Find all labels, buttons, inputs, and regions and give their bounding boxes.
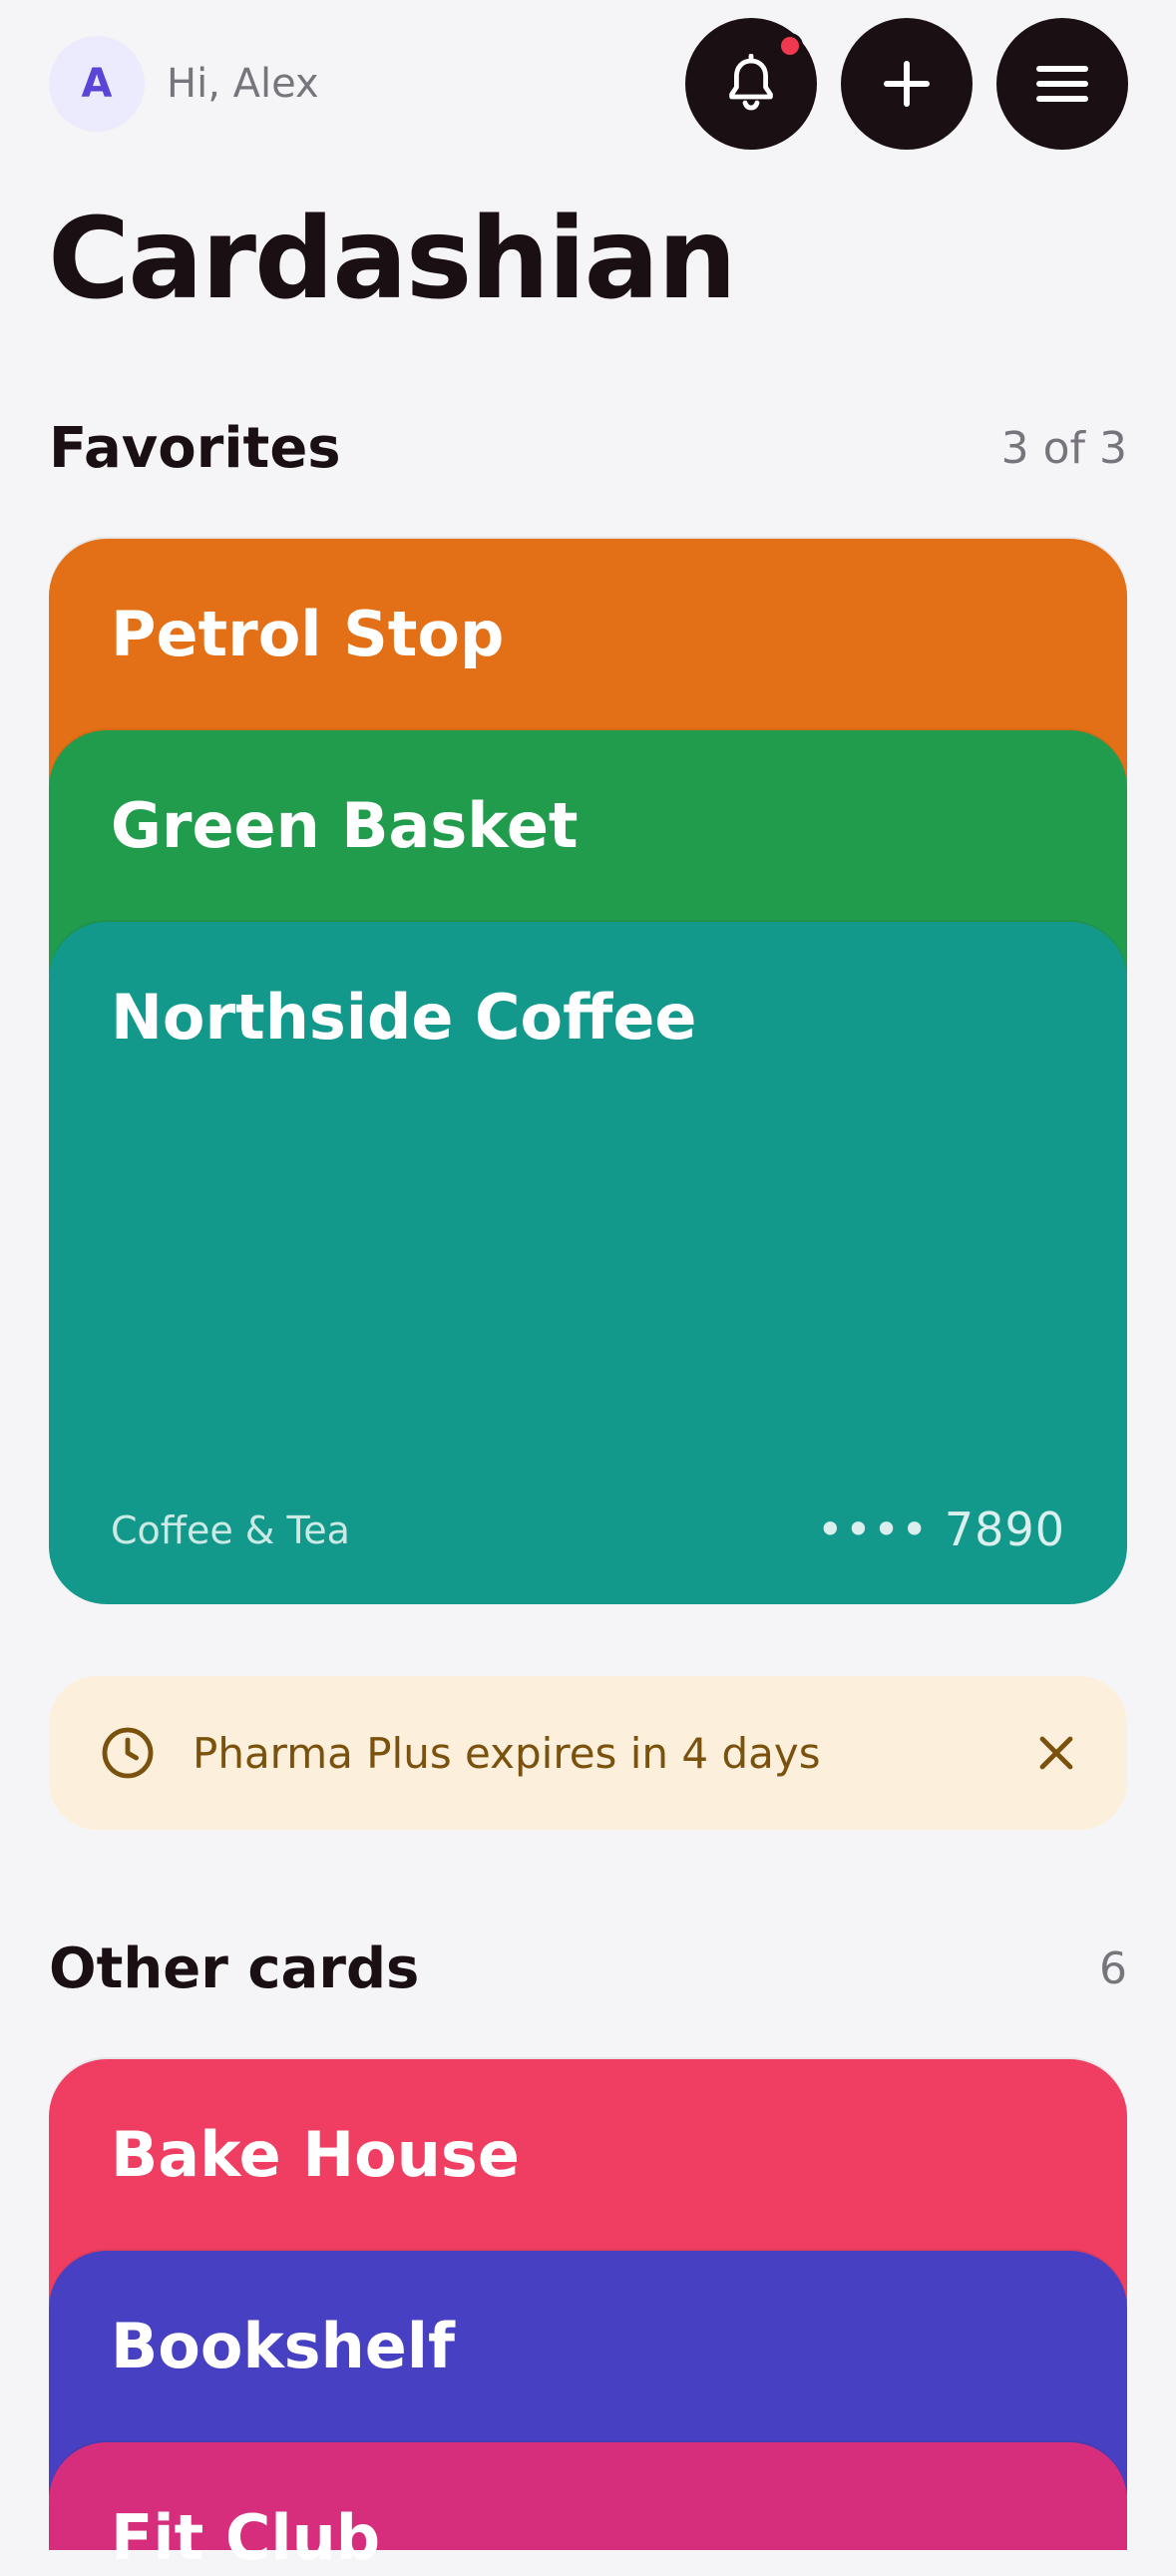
favorites-count: 3 of 3 — [1000, 423, 1127, 474]
alert-message: Pharma Plus expires in 4 days — [193, 1728, 821, 1778]
close-icon — [1039, 1736, 1073, 1770]
card-name: Petrol Stop — [111, 598, 505, 670]
bell-icon — [729, 54, 773, 111]
notification-badge — [777, 33, 803, 59]
favorite-card-northside-coffee[interactable]: Northside Coffee Coffee & Tea •••• 7890 — [49, 922, 1127, 1604]
card-category: Coffee & Tea — [111, 1508, 350, 1552]
card-name: Fit Club — [111, 2501, 381, 2574]
card-fit-club[interactable]: Fit Club — [49, 2442, 1127, 2574]
menu-button[interactable] — [996, 18, 1128, 150]
dismiss-alert-button[interactable] — [1029, 1726, 1083, 1780]
card-name: Bake House — [111, 2118, 520, 2191]
plus-icon — [884, 61, 930, 107]
card-name: Bookshelf — [111, 2310, 455, 2382]
card-name: Northside Coffee — [111, 981, 697, 1054]
card-name: Green Basket — [111, 789, 579, 862]
other-cards-section-title: Other cards — [49, 1936, 420, 2001]
other-cards-count: 6 — [1099, 1943, 1127, 1994]
card-number: •••• 7890 — [816, 1503, 1065, 1556]
notifications-button[interactable] — [685, 18, 817, 150]
clock-icon — [102, 1727, 154, 1779]
add-card-button[interactable] — [841, 18, 973, 150]
avatar[interactable]: A — [49, 36, 145, 132]
greeting-text: Hi, Alex — [167, 61, 319, 107]
app-title: Cardashian — [48, 195, 737, 324]
favorites-section-title: Favorites — [49, 416, 341, 481]
expiry-alert: Pharma Plus expires in 4 days — [49, 1676, 1127, 1830]
hamburger-menu-icon — [1036, 66, 1088, 102]
